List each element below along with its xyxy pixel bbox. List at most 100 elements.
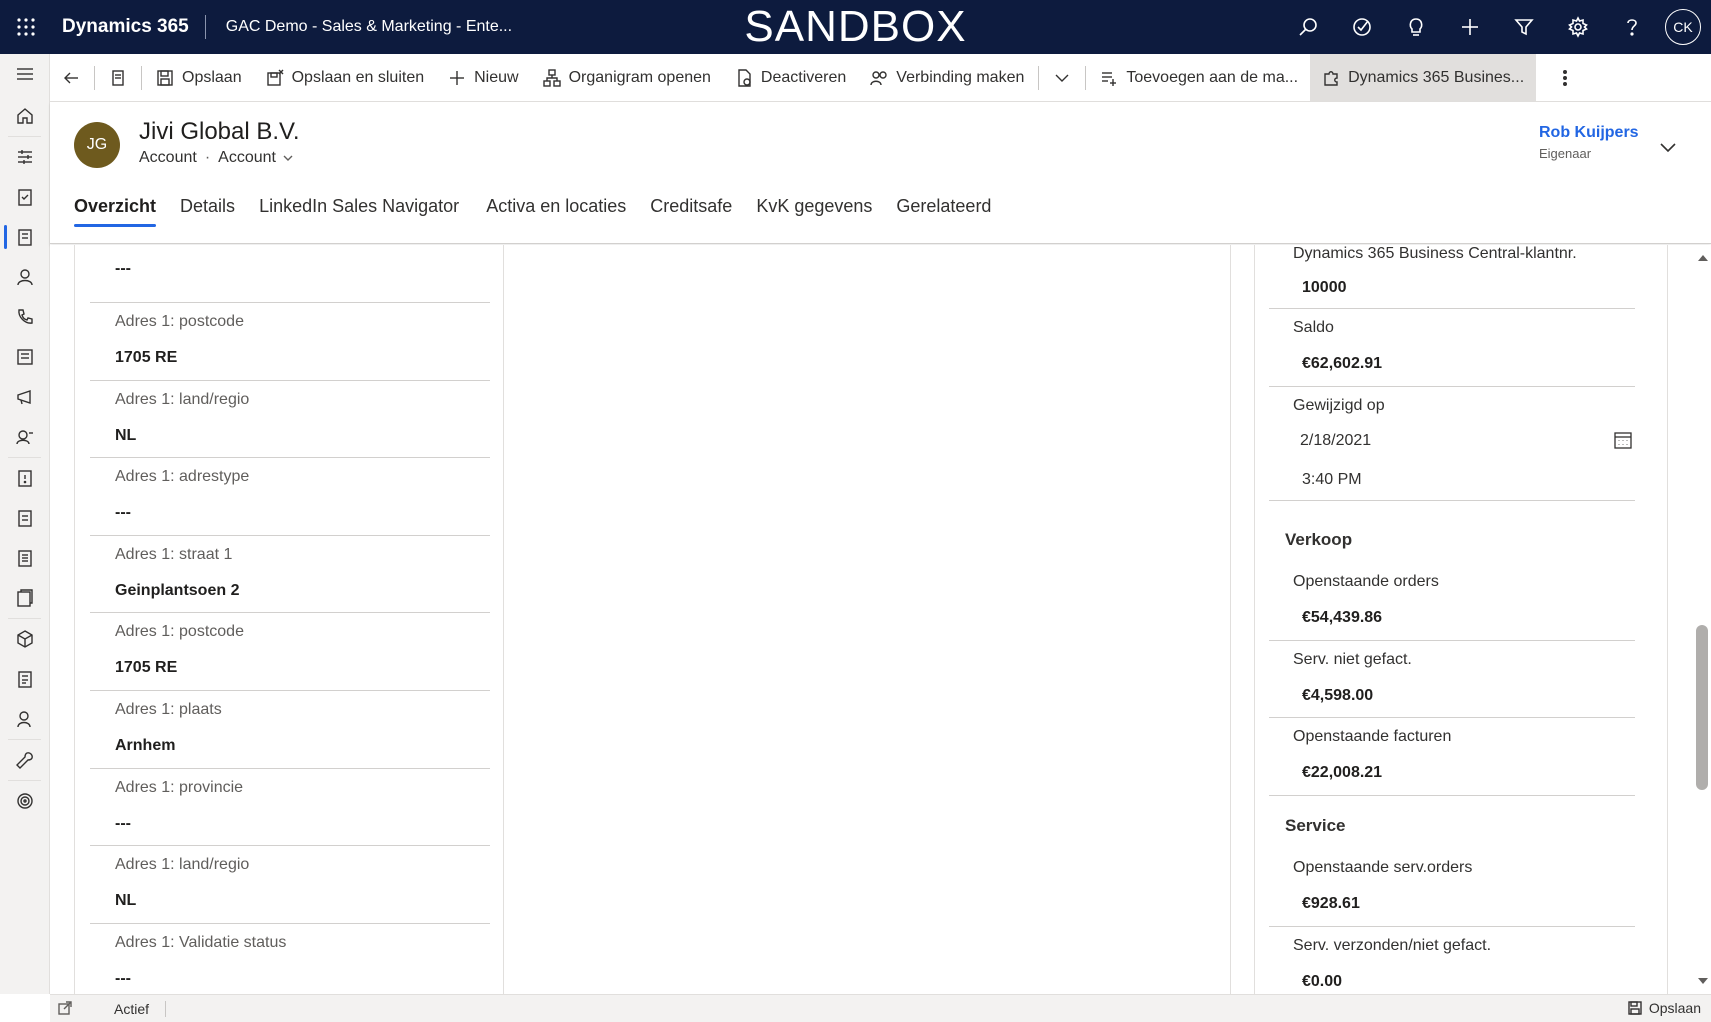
dashboard-icon[interactable] (0, 137, 50, 177)
field-value[interactable]: 1705 RE (115, 659, 177, 677)
field-value[interactable]: NL (115, 427, 136, 445)
products-icon[interactable] (0, 619, 50, 659)
field-label: Openstaande serv.orders (1293, 859, 1473, 876)
field-value[interactable]: Arnhem (115, 737, 175, 755)
time-value[interactable]: 3:40 PM (1302, 471, 1362, 489)
field-value[interactable]: 1705 RE (115, 349, 177, 367)
chevron-down-icon[interactable] (282, 152, 294, 164)
save-icon (1628, 1001, 1642, 1015)
documents-icon[interactable] (0, 578, 50, 618)
gear-icon[interactable] (1551, 0, 1605, 54)
field-row: --- (90, 245, 490, 303)
record-header: JG Jivi Global B.V. Account · Account Ro… (50, 102, 1711, 244)
open-in-new-window-icon[interactable] (58, 1001, 72, 1018)
date-value[interactable]: 2/18/2021 (1300, 432, 1371, 450)
wrench-icon[interactable] (0, 740, 50, 780)
vertical-scrollbar[interactable] (1693, 245, 1711, 994)
accounts-icon[interactable] (0, 217, 50, 257)
calendar-icon[interactable] (1613, 430, 1633, 455)
app-name[interactable]: Dynamics 365 (52, 16, 205, 38)
field-value[interactable]: --- (115, 504, 131, 522)
field-address-type: Adres 1: adrestype --- (90, 458, 490, 536)
phone-icon[interactable] (0, 297, 50, 337)
tab-details[interactable]: Details (180, 196, 235, 227)
tab-activa-en-locaties[interactable]: Activa en locaties (486, 196, 626, 227)
tab-linkedin-sales-navigator[interactable]: LinkedIn Sales Navigator (259, 196, 459, 227)
connect-button[interactable]: Verbinding maken (858, 54, 1036, 102)
goals-icon[interactable] (0, 781, 50, 821)
task-flow-icon[interactable] (1335, 0, 1389, 54)
quotes-icon[interactable] (0, 458, 50, 498)
timeline-section (504, 245, 1231, 994)
invoices-icon[interactable] (0, 538, 50, 578)
arrow-left-icon (64, 72, 78, 83)
form-view-button[interactable] (97, 54, 139, 102)
business-central-button[interactable]: Dynamics 365 Busines... (1310, 53, 1537, 102)
field-value[interactable]: €928.61 (1302, 895, 1360, 913)
scrollbar-thumb[interactable] (1696, 625, 1708, 790)
plus-icon[interactable] (1443, 0, 1497, 54)
form-content: --- Adres 1: postcode 1705 RE Adres 1: l… (50, 245, 1711, 994)
field-value[interactable]: €62,602.91 (1302, 355, 1382, 373)
orders-icon[interactable] (0, 498, 50, 538)
tab-gerelateerd[interactable]: Gerelateerd (896, 196, 991, 227)
lightbulb-icon[interactable] (1389, 0, 1443, 54)
tab-creditsafe[interactable]: Creditsafe (650, 196, 732, 227)
field-value[interactable]: --- (115, 970, 131, 988)
users-icon[interactable] (0, 699, 50, 739)
contacts-icon[interactable] (0, 257, 50, 297)
save-button[interactable]: Opslaan (144, 54, 254, 102)
record-subtitle: Account · Account (139, 149, 294, 167)
org-chart-button[interactable]: Organigram openen (531, 54, 723, 102)
tab-kvk-gegevens[interactable]: KvK gegevens (756, 196, 872, 227)
user-avatar[interactable]: CK (1665, 9, 1701, 45)
field-value[interactable]: €4,598.00 (1302, 687, 1373, 705)
form-tabs: Overzicht Details LinkedIn Sales Navigat… (74, 196, 1015, 227)
field-value[interactable]: NL (115, 892, 136, 910)
new-button[interactable]: Nieuw (436, 54, 530, 102)
field-label: Openstaande orders (1293, 573, 1439, 590)
owner-link[interactable]: Rob Kuijpers (1539, 124, 1639, 142)
field-value[interactable]: €54,439.86 (1302, 609, 1382, 627)
hamburger-menu-icon[interactable] (0, 54, 50, 94)
home-icon[interactable] (0, 96, 50, 136)
status-save-button[interactable]: Opslaan (1627, 1000, 1701, 1016)
environment-name[interactable]: GAC Demo - Sales & Marketing - Ente... (206, 18, 512, 36)
back-button[interactable] (50, 54, 92, 102)
leads-icon[interactable] (0, 337, 50, 377)
save-and-close-button[interactable]: Opslaan en sluiten (254, 54, 437, 102)
field-label: Adres 1: land/regio (115, 856, 250, 874)
field-value[interactable]: 10000 (1302, 279, 1347, 297)
competitors-icon[interactable] (0, 417, 50, 457)
field-value[interactable]: €0.00 (1302, 973, 1342, 991)
filter-icon[interactable] (1497, 0, 1551, 54)
scroll-up-arrow-icon[interactable] (1698, 255, 1708, 261)
connect-icon (870, 70, 887, 85)
divider (1085, 65, 1087, 90)
status-save-label: Opslaan (1648, 1000, 1701, 1016)
save-icon (157, 69, 173, 86)
app-launcher-icon[interactable] (0, 0, 52, 54)
field-value[interactable]: Geinplantsoen 2 (115, 582, 239, 600)
search-icon[interactable] (1281, 0, 1335, 54)
add-to-marketing-list-button[interactable]: Toevoegen aan de ma... (1088, 54, 1310, 102)
activities-icon[interactable] (0, 177, 50, 217)
price-list-icon[interactable] (0, 659, 50, 699)
separator-dot: · (204, 149, 211, 166)
field-value[interactable]: --- (115, 815, 131, 833)
tab-overzicht[interactable]: Overzicht (74, 196, 157, 227)
field-balance: Saldo €62,602.91 (1269, 309, 1635, 387)
scroll-down-arrow-icon[interactable] (1698, 978, 1708, 984)
field-value[interactable]: €22,008.21 (1302, 764, 1382, 782)
expand-header-button[interactable] (1659, 138, 1677, 156)
megaphone-icon[interactable] (0, 377, 50, 417)
org-chart-label: Organigram openen (568, 68, 711, 86)
deactivate-button[interactable]: Deactiveren (723, 54, 858, 102)
field-label: Adres 1: plaats (115, 701, 222, 718)
help-icon[interactable] (1605, 0, 1659, 54)
form-selector[interactable]: Account (218, 149, 276, 167)
more-commands-button[interactable] (1536, 54, 1594, 102)
field-value[interactable]: --- (115, 260, 131, 278)
more-connect-dropdown[interactable] (1041, 54, 1083, 102)
field-bc-customer-no: Dynamics 365 Business Central-klantnr. 1… (1269, 245, 1635, 309)
